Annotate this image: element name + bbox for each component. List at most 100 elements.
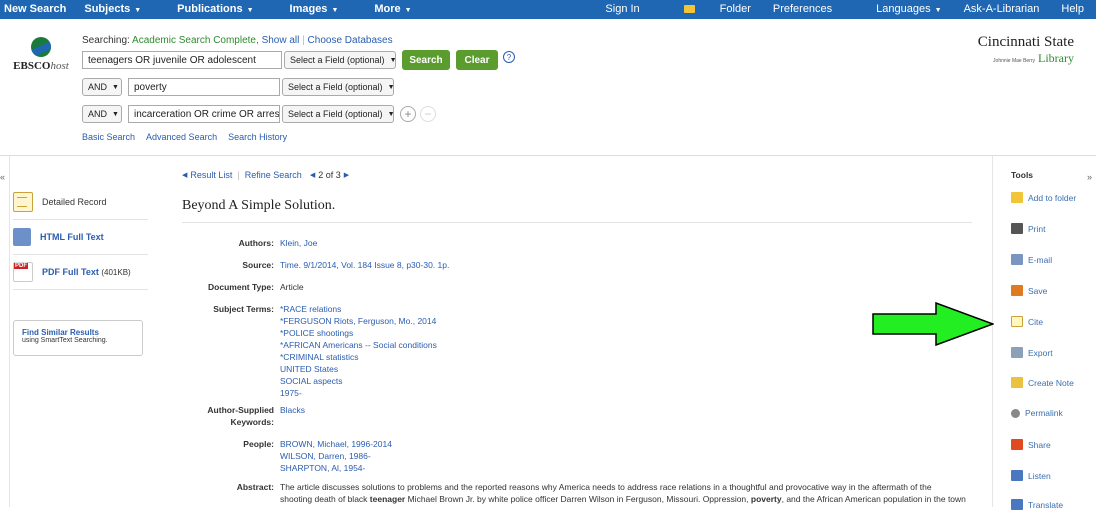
nav-languages[interactable]: Languages ▼: [854, 3, 941, 15]
format-panel: Detailed Record HTML Full Text PDF Full …: [13, 185, 148, 290]
field-select-1[interactable]: Select a Field (optional) ▼: [284, 51, 397, 69]
boolean-select-3[interactable]: AND ▼: [82, 105, 122, 123]
nav-subjects[interactable]: Subjects ▼: [84, 3, 159, 15]
subject-term-link[interactable]: UNITED States: [280, 364, 338, 374]
export-icon: [1011, 347, 1023, 358]
find-similar-link[interactable]: Find Similar Results: [22, 328, 134, 337]
export-tool[interactable]: Export: [1011, 347, 1053, 358]
show-all-link[interactable]: Show all: [262, 35, 300, 46]
subject-term-link[interactable]: *RACE relations: [280, 304, 341, 314]
result-list-link[interactable]: Result List: [190, 170, 232, 180]
find-similar-box[interactable]: Find Similar Results using SmartText Sea…: [13, 320, 143, 356]
person-link[interactable]: BROWN, Michael, 1996-2014: [280, 439, 392, 449]
nav-ask-a-librarian[interactable]: Ask-A-Librarian: [964, 3, 1040, 15]
search-input-1[interactable]: teenagers OR juvenile OR adolescent: [82, 51, 282, 69]
nav-help[interactable]: Help: [1061, 3, 1084, 15]
advanced-search-link[interactable]: Advanced Search: [146, 132, 217, 142]
nav-publications[interactable]: Publications ▼: [177, 3, 271, 15]
detailed-record-item[interactable]: Detailed Record: [13, 185, 148, 220]
add-row-icon[interactable]: +: [400, 106, 416, 122]
caret-down-icon: ▼: [246, 7, 254, 14]
choose-databases-link[interactable]: Choose Databases: [308, 35, 393, 46]
clear-button[interactable]: Clear: [456, 50, 498, 70]
help-icon[interactable]: ?: [503, 51, 515, 63]
basic-search-link[interactable]: Basic Search: [82, 132, 135, 142]
subject-term-link[interactable]: *CRIMINAL statistics: [280, 352, 359, 362]
printer-icon: [1011, 223, 1023, 234]
library-logo[interactable]: Cincinnati State Johnnie Mae Berry Librar…: [978, 34, 1074, 66]
result-navigation: ◀ Result List | Refine Search ◀ 2 of 3 ▶: [182, 170, 350, 180]
html-document-icon: [13, 228, 31, 246]
tools-header: Tools: [1011, 170, 1034, 180]
html-full-text-item[interactable]: HTML Full Text: [13, 220, 148, 255]
nav-preferences[interactable]: Preferences: [773, 3, 832, 15]
translate-tool[interactable]: Translate: [1011, 499, 1063, 510]
field-select-3[interactable]: Select a Field (optional) ▼: [282, 105, 395, 123]
person-link[interactable]: WILSON, Darren, 1986-: [280, 451, 371, 461]
nav-new-search[interactable]: New Search: [4, 3, 66, 15]
double-chevron-right-icon: »: [1087, 172, 1093, 182]
listen-tool[interactable]: Listen: [1011, 470, 1051, 481]
subject-term-link[interactable]: *FERGUSON Riots, Ferguson, Mo., 2014: [280, 316, 436, 326]
record-title: Beyond A Simple Solution.: [182, 198, 972, 223]
search-history-link[interactable]: Search History: [228, 132, 287, 142]
caret-down-icon: ▼: [404, 7, 412, 14]
permalink-tool[interactable]: Permalink: [1011, 408, 1063, 418]
caret-down-icon: ▼: [112, 83, 119, 91]
collapse-right-panel[interactable]: »: [1086, 155, 1096, 507]
subject-term-link[interactable]: *POLICE shootings: [280, 328, 353, 338]
top-navigation-bar: New Search Subjects ▼ Publications ▼ Image…: [0, 0, 1096, 19]
folder-icon: [683, 5, 695, 13]
green-arrow-icon: [872, 302, 994, 346]
search-row-2: AND ▼ poverty Select a Field (optional) ▼: [82, 77, 395, 97]
add-to-folder-tool[interactable]: Add to folder: [1011, 192, 1076, 203]
save-tool[interactable]: Save: [1011, 285, 1047, 296]
search-input-3[interactable]: incarceration OR crime OR arrest: [128, 105, 280, 123]
triangle-left-icon: ◀: [182, 172, 188, 179]
nav-sign-in[interactable]: Sign In: [605, 3, 639, 15]
refine-search-link[interactable]: Refine Search: [245, 170, 302, 180]
search-input-2[interactable]: poverty: [128, 78, 280, 96]
collapse-left-panel[interactable]: «: [0, 155, 10, 507]
cite-icon: [1011, 316, 1023, 327]
subject-term-link[interactable]: 1975-: [280, 388, 302, 398]
remove-row-icon[interactable]: −: [420, 106, 436, 122]
share-tool[interactable]: Share: [1011, 439, 1051, 450]
caret-down-icon: ▼: [331, 7, 339, 14]
keyword-link[interactable]: Blacks: [280, 405, 305, 415]
record-main: ◀ Result List | Refine Search ◀ 2 of 3 ▶…: [182, 170, 972, 223]
email-tool[interactable]: E-mail: [1011, 254, 1052, 265]
subject-term-link[interactable]: SOCIAL aspects: [280, 376, 343, 386]
print-tool[interactable]: Print: [1011, 223, 1045, 234]
previous-result-icon[interactable]: ◀: [310, 171, 315, 179]
pdf-full-text-item[interactable]: PDF Full Text (401KB): [13, 255, 148, 290]
person-link[interactable]: SHARPTON, Al, 1954-: [280, 463, 365, 473]
share-icon: [1011, 439, 1023, 450]
ebsco-logo[interactable]: EBSCOhost: [11, 37, 71, 72]
caret-down-icon: ▼: [389, 56, 397, 64]
caret-down-icon: ▼: [134, 7, 142, 14]
database-name: Academic Search Complete,: [132, 35, 259, 46]
nav-folder[interactable]: Folder: [662, 3, 751, 15]
nav-more[interactable]: More ▼: [374, 3, 429, 15]
caret-down-icon: ▼: [387, 83, 395, 91]
record-icon: [13, 192, 33, 212]
search-button[interactable]: Search: [402, 50, 450, 70]
globe-icon: [31, 37, 51, 57]
searching-line: Searching: Academic Search Complete, Sho…: [82, 35, 393, 46]
caret-down-icon: ▼: [934, 7, 942, 14]
author-link[interactable]: Klein, Joe: [280, 238, 317, 248]
boolean-select-2[interactable]: AND ▼: [82, 78, 122, 96]
folder-icon: [1011, 192, 1023, 203]
search-row-1: teenagers OR juvenile OR adolescent Sele…: [82, 50, 515, 70]
nav-images[interactable]: Images ▼: [290, 3, 357, 15]
cite-tool[interactable]: Cite: [1011, 316, 1043, 327]
double-chevron-left-icon: «: [0, 172, 6, 182]
subject-term-link[interactable]: *AFRICAN Americans -- Social conditions: [280, 340, 437, 350]
note-icon: [1011, 377, 1023, 388]
field-select-2[interactable]: Select a Field (optional) ▼: [282, 78, 395, 96]
next-result-icon[interactable]: ▶: [344, 171, 349, 179]
source-link[interactable]: Time.: [280, 260, 301, 270]
create-note-tool[interactable]: Create Note: [1011, 377, 1074, 388]
search-header: EBSCOhost Searching: Academic Search Com…: [0, 19, 1096, 156]
